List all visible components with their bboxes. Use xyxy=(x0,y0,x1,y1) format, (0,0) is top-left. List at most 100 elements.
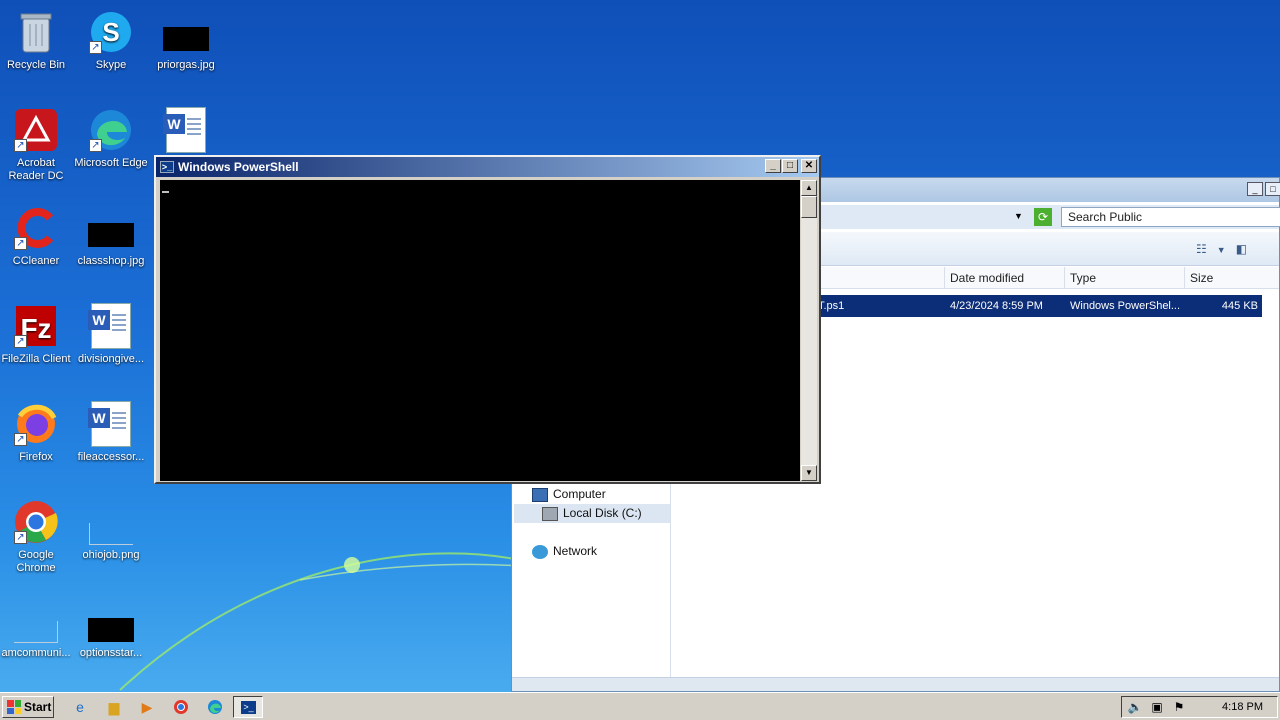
action-center-flag-icon[interactable]: ⚑ xyxy=(1170,700,1188,714)
search-input[interactable]: Search Public xyxy=(1061,207,1280,227)
desktop-icon-label: Recycle Bin xyxy=(6,59,66,71)
desktop-icon-label: divisiongive... xyxy=(77,353,145,365)
nav-item-local-disk[interactable]: Local Disk (C:) xyxy=(514,504,670,523)
image-file-icon xyxy=(162,8,210,56)
file-size: 445 KB xyxy=(1221,300,1258,312)
desktop-icon-divisiongive[interactable]: W divisiongive... xyxy=(73,302,149,366)
desktop-icon-recycle-bin[interactable]: Recycle Bin xyxy=(0,8,74,72)
shortcut-arrow-icon: ↗ xyxy=(14,237,27,250)
file-row-selected[interactable]: T.ps1 4/23/2024 8:59 PM Windows PowerShe… xyxy=(812,295,1262,317)
chrome-icon[interactable] xyxy=(171,698,191,716)
vertical-scrollbar[interactable]: ▲ ▼ xyxy=(801,180,817,481)
scroll-down-button[interactable]: ▼ xyxy=(801,465,817,481)
watermark-logo: ANY RUN xyxy=(1038,610,1252,659)
refresh-icon[interactable]: ⟳ xyxy=(1034,208,1052,226)
media-player-icon[interactable]: ▶ xyxy=(137,698,157,716)
powershell-icon: >_ xyxy=(241,701,256,714)
minimize-button[interactable]: _ xyxy=(1247,182,1263,196)
maximize-button[interactable]: □ xyxy=(782,159,798,173)
close-button[interactable]: ✕ xyxy=(801,159,817,173)
preview-pane-icon[interactable]: ◧ xyxy=(1236,242,1247,258)
status-bar xyxy=(512,677,1279,691)
image-file-icon xyxy=(87,204,135,252)
desktop-icon-label: Firefox xyxy=(19,451,53,463)
word-doc-icon: W xyxy=(87,302,135,350)
powershell-titlebar[interactable]: >_ Windows PowerShell _ □ ✕ xyxy=(156,157,819,177)
scroll-thumb[interactable] xyxy=(801,196,817,218)
filezilla-icon: Fz ↗ xyxy=(12,302,60,350)
desktop-icon-classshop[interactable]: classshop.jpg xyxy=(73,204,149,268)
scroll-up-button[interactable]: ▲ xyxy=(801,180,817,196)
svg-text:S: S xyxy=(102,17,119,47)
desktop-icon-label: classshop.jpg xyxy=(77,255,145,267)
powershell-window[interactable]: >_ Windows PowerShell _ □ ✕ ▲ ▼ xyxy=(154,155,821,484)
chrome-icon: ↗ xyxy=(12,498,60,546)
image-file-icon xyxy=(87,498,135,546)
clock[interactable]: 4:18 PM xyxy=(1222,701,1263,713)
file-name: T.ps1 xyxy=(818,300,845,312)
desktop-icon-optionsstar[interactable]: optionsstar... xyxy=(73,596,149,660)
desktop-icon-label: ohiojob.png xyxy=(82,549,140,561)
console-output[interactable] xyxy=(160,180,800,481)
taskbar: Start e ▆ ▶ >_ 🔈 ▣ ⚑ 4:18 PM xyxy=(0,692,1280,720)
taskbar-powershell-button[interactable]: >_ xyxy=(233,696,263,718)
powershell-window-controls: _ □ ✕ xyxy=(765,159,817,173)
desktop-icon-priorgas[interactable]: priorgas.jpg xyxy=(148,8,224,72)
shortcut-arrow-icon: ↗ xyxy=(89,41,102,54)
network-tray-icon[interactable]: ▣ xyxy=(1148,700,1166,714)
word-doc-icon: W xyxy=(162,106,210,154)
view-controls: ☷ ▼ ◧ xyxy=(1196,242,1247,258)
chevron-down-icon[interactable]: ▼ xyxy=(1014,211,1023,221)
edge-icon: ↗ xyxy=(87,106,135,154)
desktop-icon-filezilla[interactable]: Fz ↗ FileZilla Client xyxy=(0,302,74,366)
skype-icon: S ↗ xyxy=(87,8,135,56)
desktop-icon-firefox[interactable]: ↗ Firefox xyxy=(0,400,74,464)
nav-item-computer[interactable]: Computer xyxy=(532,485,606,504)
nav-item-network[interactable]: Network xyxy=(532,542,597,561)
ie-icon[interactable]: e xyxy=(70,698,90,716)
navigation-pane: Computer Local Disk (C:) Network xyxy=(512,478,671,677)
desktop-icon-label: Microsoft Edge xyxy=(74,157,148,169)
recycle-bin-icon xyxy=(12,8,60,56)
file-date: 4/23/2024 8:59 PM xyxy=(950,300,1043,312)
windows-logo-icon xyxy=(7,700,21,714)
column-size[interactable]: Size xyxy=(1184,267,1264,289)
chevron-down-icon[interactable]: ▼ xyxy=(1217,242,1226,258)
desktop-icon-word-doc[interactable]: W xyxy=(148,106,224,157)
desktop-icon-edge[interactable]: ↗ Microsoft Edge xyxy=(73,106,149,170)
column-type[interactable]: Type xyxy=(1064,267,1184,289)
desktop-icon-amcommuni[interactable]: amcommuni... xyxy=(0,596,74,660)
desktop-icon-chrome[interactable]: ↗ Google Chrome xyxy=(0,498,74,575)
desktop-icon-label: amcommuni... xyxy=(1,647,71,659)
edge-icon[interactable] xyxy=(205,698,225,716)
desktop-icon-ohiojob[interactable]: ohiojob.png xyxy=(73,498,149,562)
desktop-icon-acrobat[interactable]: ↗ Acrobat Reader DC xyxy=(0,106,74,183)
shortcut-arrow-icon: ↗ xyxy=(89,139,102,152)
desktop-icon-fileaccessor[interactable]: W fileaccessor... xyxy=(73,400,149,464)
file-icon xyxy=(12,596,60,644)
maximize-button[interactable]: □ xyxy=(1265,182,1280,196)
start-button[interactable]: Start xyxy=(2,696,54,718)
ccleaner-icon: ↗ xyxy=(12,204,60,252)
computer-icon xyxy=(532,487,548,502)
network-icon xyxy=(532,544,548,559)
explorer-window-controls: _ □ xyxy=(1245,182,1280,196)
desktop-icon-label: CCleaner xyxy=(12,255,60,267)
column-date-modified[interactable]: Date modified xyxy=(944,267,1064,289)
view-options-icon[interactable]: ☷ xyxy=(1196,242,1207,258)
desktop-icon-skype[interactable]: S ↗ Skype xyxy=(73,8,149,72)
desktop-icon-ccleaner[interactable]: ↗ CCleaner xyxy=(0,204,74,268)
image-file-icon xyxy=(87,596,135,644)
shortcut-arrow-icon: ↗ xyxy=(14,139,27,152)
acrobat-icon: ↗ xyxy=(12,106,60,154)
minimize-button[interactable]: _ xyxy=(765,159,781,173)
desktop-icon-label: priorgas.jpg xyxy=(157,59,215,71)
desktop-icon-label: Google Chrome xyxy=(16,549,56,574)
speaker-icon[interactable]: 🔈 xyxy=(1126,700,1144,714)
file-type: Windows PowerShel... xyxy=(1070,300,1181,312)
folder-icon[interactable]: ▆ xyxy=(104,698,124,716)
desktop-icon-label: Acrobat Reader DC xyxy=(8,157,64,182)
powershell-icon: >_ xyxy=(160,161,174,173)
firefox-icon: ↗ xyxy=(12,400,60,448)
window-title: Windows PowerShell xyxy=(178,160,299,174)
